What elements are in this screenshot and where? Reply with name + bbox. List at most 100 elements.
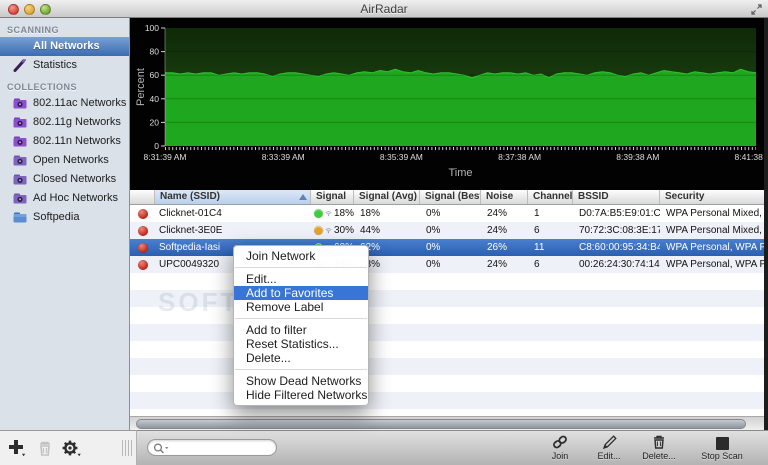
column-header-channel[interactable]: Channel xyxy=(528,190,573,204)
folder-icon xyxy=(13,212,27,223)
menu-item-add-to-filter[interactable]: Add to filter xyxy=(234,323,368,337)
svg-text:80: 80 xyxy=(150,47,160,57)
column-header-bssid[interactable]: BSSID xyxy=(573,190,660,204)
window-title: AirRadar xyxy=(360,2,408,16)
join-button[interactable]: Join xyxy=(535,433,585,464)
smart-folder-icon xyxy=(13,193,27,204)
menu-item-join-network[interactable]: Join Network xyxy=(234,249,368,263)
column-header-noise[interactable]: Noise xyxy=(481,190,528,204)
dead-network-icon xyxy=(137,242,148,253)
sidebar-item-softpedia[interactable]: Softpedia xyxy=(0,208,129,227)
svg-text:20: 20 xyxy=(150,117,160,127)
menu-item-remove-label[interactable]: Remove Label xyxy=(234,300,368,314)
add-button[interactable] xyxy=(6,437,28,459)
sidebar-item-80211ac[interactable]: 802.11ac Networks xyxy=(0,94,129,113)
empty-row xyxy=(130,341,768,358)
menu-item-reset-statistics[interactable]: Reset Statistics... xyxy=(234,337,368,351)
stop-icon xyxy=(715,437,729,450)
empty-row xyxy=(130,358,768,375)
link-icon xyxy=(553,435,567,449)
table-row-selected[interactable]: Softpedia-Iasi 60% 62% 0% 26% 11 C8:60:0… xyxy=(130,239,768,256)
stop-scan-button[interactable]: Stop Scan xyxy=(689,433,755,464)
menu-separator xyxy=(235,267,367,268)
sidebar-item-closed-networks[interactable]: Closed Networks xyxy=(0,170,129,189)
svg-text:8:35:39 AM: 8:35:39 AM xyxy=(380,152,423,162)
sort-ascending-icon xyxy=(299,194,307,200)
dead-network-icon xyxy=(137,259,148,270)
column-header-security[interactable]: Security xyxy=(660,190,768,204)
sidebar: SCANNING All Networks Statistics COLLECT… xyxy=(0,18,130,430)
svg-text:8:37:38 AM: 8:37:38 AM xyxy=(498,152,541,162)
wifi-icon xyxy=(325,228,332,234)
svg-text:40: 40 xyxy=(150,94,160,104)
menu-item-hide-filtered-networks[interactable]: Hide Filtered Networks xyxy=(234,388,368,402)
smart-folder-icon xyxy=(13,155,27,166)
main-footer: Join Edit... Delete... Stop Scan xyxy=(137,430,768,465)
trash-button-disabled[interactable] xyxy=(34,437,56,459)
column-header-signal-best[interactable]: Signal (Best) xyxy=(420,190,481,204)
quality-dot xyxy=(314,226,323,235)
menu-item-show-dead-networks[interactable]: Show Dead Networks xyxy=(234,374,368,388)
svg-text:0: 0 xyxy=(154,141,159,151)
sidebar-item-all-networks[interactable]: All Networks xyxy=(0,37,129,56)
signal-chart: 0 20 40 60 80 100 8:31:39 AM 8:33:39 AM 8:35:39 … xyxy=(130,18,768,190)
svg-text:8:33:39 AM: 8:33:39 AM xyxy=(262,152,305,162)
table-row[interactable]: Clicknet-3E0E 30% 44% 0% 24% 6 70:72:3C:… xyxy=(130,222,768,239)
svg-text:Percent: Percent xyxy=(135,68,147,106)
fullscreen-icon[interactable] xyxy=(750,3,763,16)
menu-separator xyxy=(235,369,367,370)
smart-folder-icon xyxy=(13,117,27,128)
statistics-pen-icon xyxy=(13,59,26,72)
trash-icon xyxy=(654,435,664,449)
sidebar-section-scanning: SCANNING xyxy=(7,25,60,35)
empty-row xyxy=(130,324,768,341)
delete-button[interactable]: Delete... xyxy=(633,433,685,464)
airradar-window: AirRadar SCANNING All Networks Statistic… xyxy=(0,0,768,465)
sidebar-item-adhoc-networks[interactable]: Ad Hoc Networks xyxy=(0,189,129,208)
sidebar-item-open-networks[interactable]: Open Networks xyxy=(0,151,129,170)
sidebar-item-statistics[interactable]: Statistics xyxy=(0,56,129,75)
column-header-status[interactable] xyxy=(130,190,155,204)
smart-folder-icon xyxy=(13,174,27,185)
sidebar-item-80211g[interactable]: 802.11g Networks xyxy=(0,113,129,132)
title-bar: AirRadar xyxy=(0,0,768,18)
menu-item-delete[interactable]: Delete... xyxy=(234,351,368,365)
svg-text:8:31:39 AM: 8:31:39 AM xyxy=(143,152,186,162)
sidebar-item-80211n[interactable]: 802.11n Networks xyxy=(0,132,129,151)
column-header-name[interactable]: Name (SSID) xyxy=(155,190,311,204)
svg-text:Time: Time xyxy=(448,167,472,179)
context-menu: Join Network Edit... Add to Favorites Re… xyxy=(233,245,369,406)
quality-dot xyxy=(314,209,323,218)
menu-item-add-to-favorites[interactable]: Add to Favorites xyxy=(234,286,368,300)
table-row[interactable]: UPC0049320 24% 23% 0% 24% 6 00:26:24:30:… xyxy=(130,256,768,273)
smart-folder-icon xyxy=(13,98,27,109)
svg-text:60: 60 xyxy=(150,70,160,80)
table-header-row: Name (SSID) Signal Signal (Avg) Signal (… xyxy=(130,190,768,205)
smart-folder-icon xyxy=(13,136,27,147)
scrollbar-thumb[interactable] xyxy=(136,419,746,429)
svg-text:100: 100 xyxy=(145,23,159,33)
dead-network-icon xyxy=(137,225,148,236)
wifi-icon xyxy=(325,211,332,217)
empty-row xyxy=(130,392,768,409)
globe-icon xyxy=(13,40,27,53)
search-input[interactable] xyxy=(172,441,272,454)
menu-item-edit[interactable]: Edit... xyxy=(234,272,368,286)
resize-handle[interactable] xyxy=(122,440,132,456)
bottom-toolbar: Join Edit... Delete... Stop Scan xyxy=(0,430,768,465)
column-header-signal-avg[interactable]: Signal (Avg) xyxy=(354,190,420,204)
horizontal-scrollbar xyxy=(130,416,768,430)
edit-button[interactable]: Edit... xyxy=(585,433,633,464)
empty-row xyxy=(130,409,768,416)
column-header-signal[interactable]: Signal xyxy=(311,190,354,204)
gear-button[interactable] xyxy=(60,437,82,459)
svg-text:8:41:38 AM: 8:41:38 AM xyxy=(734,152,768,162)
table-row[interactable]: Clicknet-01C4 18% 18% 0% 24% 1 D0:7A:B5:… xyxy=(130,205,768,222)
search-field[interactable] xyxy=(147,439,277,456)
empty-row xyxy=(130,375,768,392)
menu-separator xyxy=(235,318,367,319)
window-right-edge xyxy=(764,18,768,430)
search-icon xyxy=(153,443,169,454)
dead-network-icon xyxy=(137,208,148,219)
svg-text:8:39:38 AM: 8:39:38 AM xyxy=(616,152,659,162)
